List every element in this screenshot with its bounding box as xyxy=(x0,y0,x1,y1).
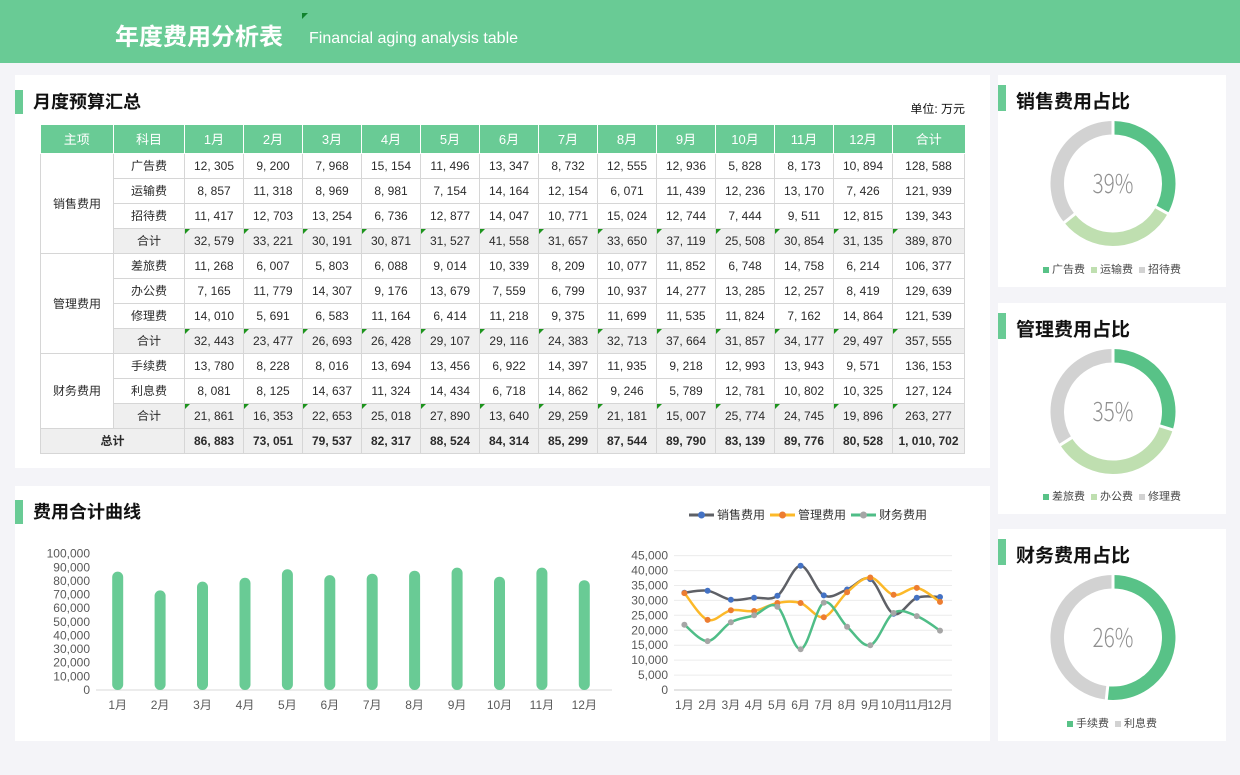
svg-text:6月: 6月 xyxy=(791,698,810,712)
svg-text:40,000: 40,000 xyxy=(631,564,668,578)
svg-text:90,000: 90,000 xyxy=(53,560,90,574)
svg-text:26%: 26% xyxy=(1093,618,1134,655)
svg-text:80,000: 80,000 xyxy=(53,574,90,588)
svg-text:10,000: 10,000 xyxy=(53,669,90,683)
svg-text:30,000: 30,000 xyxy=(53,642,90,656)
svg-text:70,000: 70,000 xyxy=(53,588,90,602)
svg-text:9月: 9月 xyxy=(448,698,467,712)
svg-text:35%: 35% xyxy=(1093,392,1134,429)
svg-text:11月: 11月 xyxy=(905,698,929,712)
svg-text:6月: 6月 xyxy=(320,698,339,712)
svg-text:8月: 8月 xyxy=(405,698,424,712)
svg-text:25,000: 25,000 xyxy=(631,608,668,622)
svg-text:5月: 5月 xyxy=(278,698,297,712)
svg-text:销售费用: 销售费用 xyxy=(717,508,765,522)
svg-text:9月: 9月 xyxy=(861,698,880,712)
svg-text:3月: 3月 xyxy=(722,698,741,712)
svg-text:10月: 10月 xyxy=(881,698,906,712)
svg-text:30,000: 30,000 xyxy=(631,593,668,607)
svg-text:10月: 10月 xyxy=(487,698,512,712)
svg-text:15,000: 15,000 xyxy=(631,638,668,652)
svg-text:5,000: 5,000 xyxy=(638,668,668,682)
svg-text:11月: 11月 xyxy=(530,698,554,712)
svg-text:12月: 12月 xyxy=(927,698,952,712)
svg-text:45,000: 45,000 xyxy=(631,549,668,563)
svg-text:2月: 2月 xyxy=(698,698,717,712)
svg-text:20,000: 20,000 xyxy=(53,656,90,670)
svg-text:10,000: 10,000 xyxy=(631,653,668,667)
svg-text:1月: 1月 xyxy=(108,698,127,712)
svg-text:1月: 1月 xyxy=(675,698,694,712)
svg-text:35,000: 35,000 xyxy=(631,579,668,593)
svg-text:3月: 3月 xyxy=(193,698,212,712)
svg-text:4月: 4月 xyxy=(745,698,764,712)
svg-text:40,000: 40,000 xyxy=(53,629,90,643)
svg-text:39%: 39% xyxy=(1093,164,1134,201)
svg-text:7月: 7月 xyxy=(363,698,382,712)
svg-text:2月: 2月 xyxy=(151,698,170,712)
svg-text:12月: 12月 xyxy=(572,698,597,712)
svg-text:20,000: 20,000 xyxy=(631,623,668,637)
svg-text:财务费用: 财务费用 xyxy=(879,508,927,522)
svg-text:0: 0 xyxy=(83,683,90,697)
svg-text:管理费用: 管理费用 xyxy=(798,508,846,522)
svg-text:50,000: 50,000 xyxy=(53,615,90,629)
svg-text:60,000: 60,000 xyxy=(53,601,90,615)
svg-text:4月: 4月 xyxy=(236,698,255,712)
svg-text:7月: 7月 xyxy=(814,698,833,712)
svg-text:0: 0 xyxy=(661,683,668,697)
svg-text:8月: 8月 xyxy=(838,698,857,712)
svg-text:100,000: 100,000 xyxy=(47,547,91,561)
svg-text:5月: 5月 xyxy=(768,698,787,712)
